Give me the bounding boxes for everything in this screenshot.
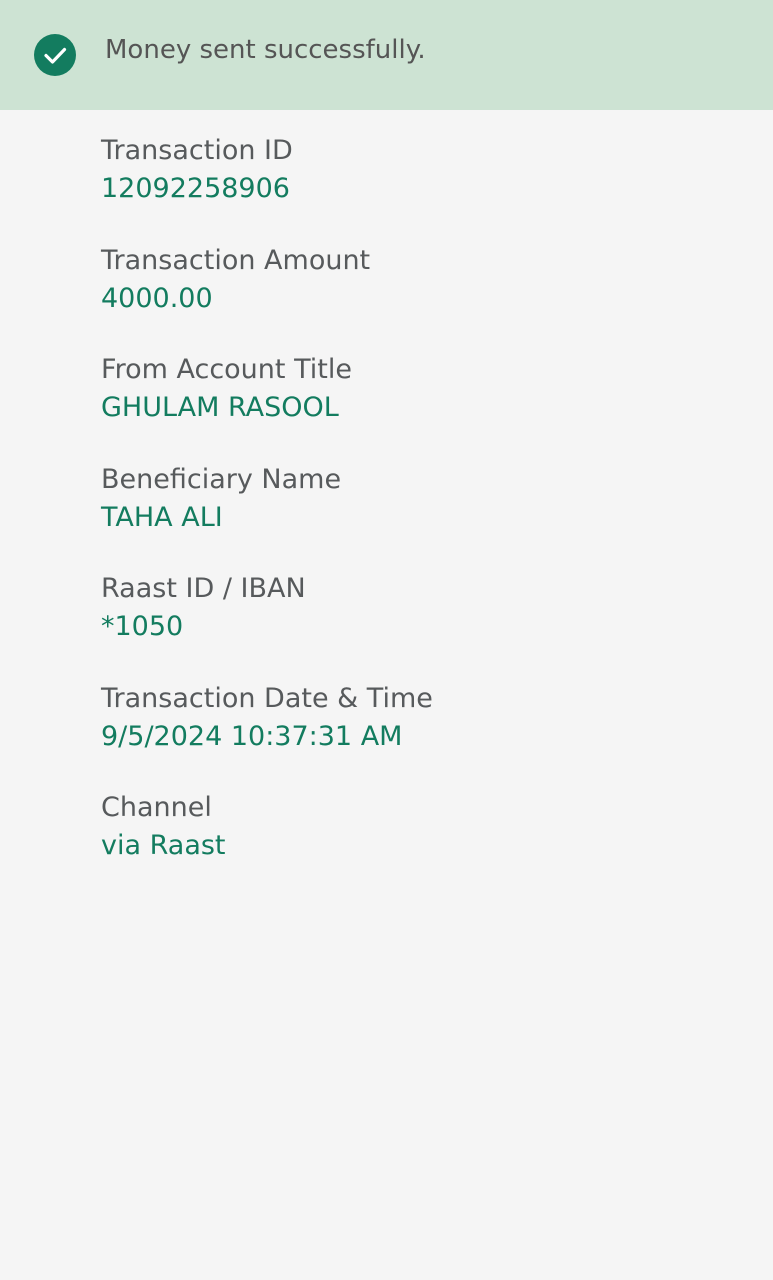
- channel-value: via Raast: [101, 830, 226, 861]
- transaction-id-label: Transaction ID: [101, 135, 293, 166]
- from-account-title-label: From Account Title: [101, 354, 352, 385]
- raast-id-iban-value: *1050: [101, 611, 184, 642]
- transaction-id-field: Transaction ID 12092258906: [101, 132, 741, 242]
- check-circle-icon: [34, 34, 76, 76]
- channel-field: Channel via Raast: [101, 789, 741, 899]
- transaction-date-time-label: Transaction Date & Time: [101, 682, 433, 714]
- from-account-title-field: From Account Title GHULAM RASOOL: [101, 351, 741, 461]
- transaction-amount-label: Transaction Amount: [101, 244, 371, 276]
- success-banner: Money sent successfully.: [0, 0, 773, 110]
- success-message: Money sent successfully.: [105, 35, 426, 65]
- beneficiary-name-field: Beneficiary Name TAHA ALI: [101, 461, 741, 571]
- raast-id-iban-label: Raast ID / IBAN: [101, 573, 306, 604]
- transaction-id-value: 12092258906: [101, 173, 290, 204]
- transaction-amount-value: 4000.00: [101, 282, 213, 314]
- beneficiary-name-label: Beneficiary Name: [101, 463, 342, 495]
- transaction-amount-field: Transaction Amount 4000.00: [101, 242, 741, 352]
- transaction-date-time-value: 9/5/2024 10:37:31 AM: [101, 720, 403, 752]
- channel-label: Channel: [101, 792, 212, 823]
- transaction-date-time-field: Transaction Date & Time 9/5/2024 10:37:3…: [101, 680, 741, 790]
- beneficiary-name-value: TAHA ALI: [101, 501, 223, 533]
- from-account-title-value: GHULAM RASOOL: [101, 392, 339, 423]
- raast-id-iban-field: Raast ID / IBAN *1050: [101, 570, 741, 680]
- transaction-details: Transaction ID 12092258906 Transaction A…: [101, 132, 741, 899]
